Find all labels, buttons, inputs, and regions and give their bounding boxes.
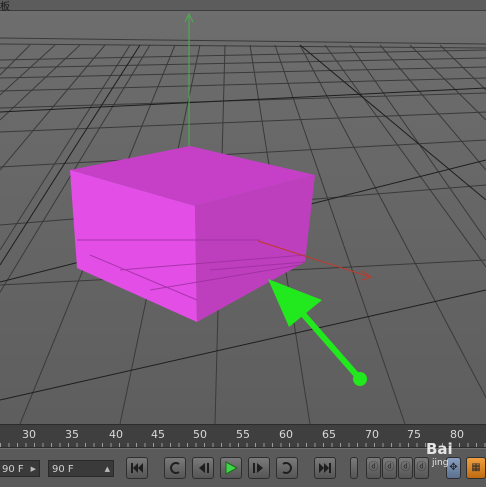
next-frame-button[interactable] [248,457,270,479]
step-back-icon [199,463,209,473]
start-frame-value: 90 F [2,464,24,475]
divider-handle [350,457,358,479]
loop-back-icon [170,462,180,474]
key-param-button[interactable]: ⓓ [414,457,429,479]
next-keyframe-button[interactable] [276,457,298,479]
timeline-tick: 55 [236,428,250,441]
viewport-header: 板 [0,0,486,13]
timeline-tick: 35 [65,428,79,441]
go-to-end-button[interactable] [314,457,336,479]
perspective-viewport[interactable]: 板 [0,0,486,424]
spinner-right-icon[interactable]: ▶ [31,461,36,478]
timeline-tick: 65 [322,428,336,441]
step-forward-icon [253,463,263,473]
end-frame-field[interactable]: 90 F ▲ [48,460,114,477]
record-key-button[interactable]: ▦ [466,457,486,479]
go-to-start-button[interactable] [126,457,148,479]
play-button[interactable] [220,457,242,479]
viewport-title: 板 [0,2,10,13]
watermark-subtext: jing [432,458,449,468]
skip-start-icon [131,463,143,473]
key-position-button[interactable]: ⓓ [366,457,381,479]
key-scale-button[interactable]: ⓓ [398,457,413,479]
loop-forward-icon [282,462,292,474]
previous-keyframe-button[interactable] [164,457,186,479]
timeline-tick: 30 [22,428,36,441]
watermark-logo: Bai [426,440,453,458]
end-frame-value: 90 F [52,464,74,475]
timeline-tick: 70 [365,428,379,441]
skip-end-icon [319,463,331,473]
timeline-tick-marks [0,443,486,447]
timeline-ruler[interactable]: 30 35 40 45 50 55 60 65 70 75 80 [0,424,486,448]
timeline-tick: 50 [193,428,207,441]
timeline-tick: 75 [407,428,421,441]
key-rotation-button[interactable]: ⓓ [382,457,397,479]
play-icon [225,461,238,475]
cinema4d-window: 板 30 35 40 45 50 55 60 65 70 75 80 90 F … [0,0,486,487]
previous-frame-button[interactable] [192,457,214,479]
timeline-tick: 60 [279,428,293,441]
animation-toolbar: 90 F ▶ 90 F ▲ ⓓ ⓓ ⓓ ⓓ ✥ ▦ [0,448,486,487]
start-frame-field[interactable]: 90 F ▶ [0,460,40,477]
spinner-updown-icon[interactable]: ▲ [105,461,110,478]
viewport-scene [0,0,486,424]
timeline-tick: 45 [151,428,165,441]
timeline-tick: 40 [109,428,123,441]
